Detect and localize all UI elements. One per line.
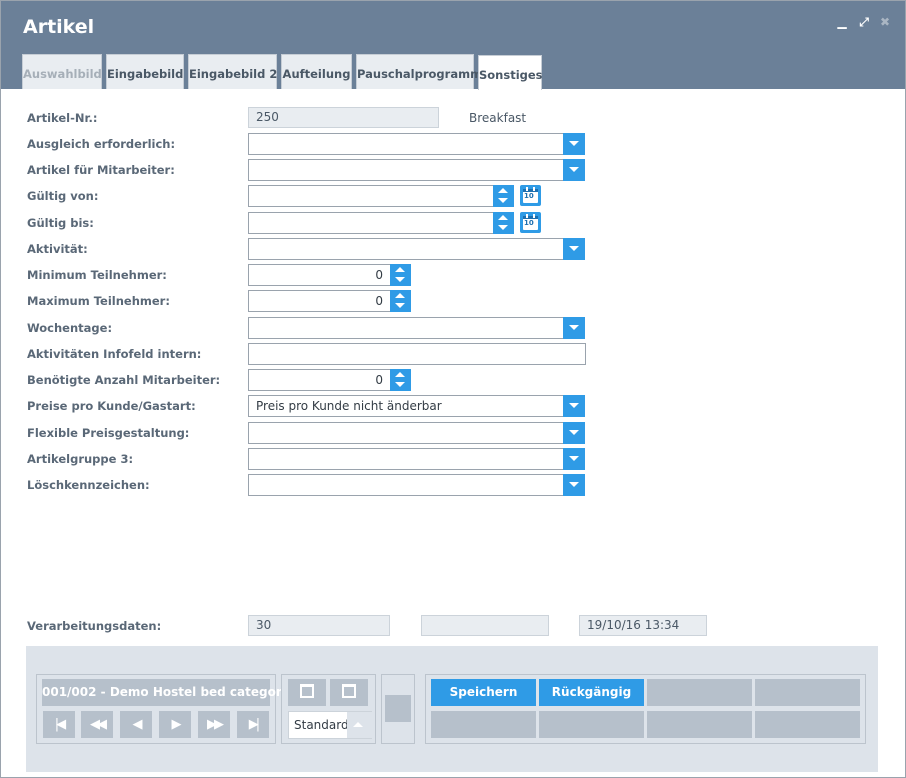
- chevron-down-icon[interactable]: [563, 238, 585, 260]
- aktivitaet-select[interactable]: [248, 238, 585, 260]
- flexible-select[interactable]: [248, 422, 585, 444]
- print-icon[interactable]: [288, 679, 326, 706]
- anzahl-mitarbeiter-stepper[interactable]: 0: [248, 369, 411, 391]
- last-icon[interactable]: ▶|: [237, 711, 269, 738]
- artikel-nr-field: 250: [248, 107, 439, 128]
- chevron-down-icon[interactable]: [563, 395, 585, 417]
- action-button-5[interactable]: [431, 711, 536, 738]
- extra-button[interactable]: [385, 695, 411, 722]
- calendar-day: 10: [524, 192, 534, 200]
- chevron-down-icon[interactable]: [563, 159, 585, 181]
- record-indicator: 001/002 - Demo Hostel bed categories: [42, 679, 301, 706]
- close-icon[interactable]: ✖: [878, 15, 892, 29]
- verarbeitung-field-1: 30: [248, 615, 390, 636]
- anzahl-mitarbeiter-value: 0: [375, 373, 383, 387]
- max-teilnehmer-label: Maximum Teilnehmer:: [27, 294, 170, 308]
- stepper-arrows[interactable]: [390, 264, 411, 286]
- tab-sonstiges[interactable]: Sonstiges: [478, 55, 543, 90]
- date-spinner[interactable]: [493, 185, 514, 207]
- infofeld-label: Aktivitäten Infofeld intern:: [27, 347, 202, 361]
- maximize-icon[interactable]: ⤢: [857, 15, 871, 29]
- action-button-6[interactable]: [539, 711, 644, 738]
- prev-icon[interactable]: ◀: [120, 711, 152, 738]
- tab-eingabebild[interactable]: Eingabebild: [106, 54, 184, 89]
- ausgleich-select[interactable]: [248, 133, 585, 155]
- chevron-down-icon[interactable]: [563, 133, 585, 155]
- fast-back-glyph: ◀◀: [90, 717, 107, 732]
- last-glyph: ▶|: [248, 717, 260, 732]
- window-title: Artikel: [23, 16, 95, 38]
- action-button-3[interactable]: [647, 679, 752, 706]
- action-button-8[interactable]: [755, 711, 860, 738]
- calendar-icon[interactable]: 10: [520, 212, 541, 233]
- gueltig-bis-input[interactable]: [248, 212, 514, 234]
- artikel-name: Breakfast: [469, 111, 527, 125]
- min-teilnehmer-label: Minimum Teilnehmer:: [27, 268, 167, 282]
- anzahl-mitarbeiter-label: Benötigte Anzahl Mitarbeiter:: [27, 373, 221, 387]
- max-teilnehmer-stepper[interactable]: 0: [248, 290, 411, 312]
- gueltig-von-label: Gültig von:: [27, 189, 99, 203]
- chevron-down-icon[interactable]: [563, 474, 585, 496]
- aktivitaet-label: Aktivität:: [27, 242, 88, 256]
- chevron-up-icon[interactable]: [353, 722, 363, 727]
- infofeld-input[interactable]: [248, 343, 586, 365]
- action-button-7[interactable]: [647, 711, 752, 738]
- calendar-icon[interactable]: 10: [520, 185, 541, 206]
- fast-back-icon[interactable]: ◀◀: [81, 711, 113, 738]
- preise-label: Preise pro Kunde/Gastart:: [27, 399, 196, 413]
- min-teilnehmer-stepper[interactable]: 0: [248, 264, 411, 286]
- date-spinner[interactable]: [493, 212, 514, 234]
- wochentage-select[interactable]: [248, 317, 585, 339]
- stepper-arrows[interactable]: [390, 369, 411, 391]
- next-glyph: ▶: [171, 717, 182, 732]
- undo-button[interactable]: Rückgängig: [539, 679, 644, 706]
- article-window: Artikel ▁ ⤢ ✖ Auswahlbild Eingabebild Ei…: [0, 0, 906, 778]
- verarbeitung-field-2: [421, 615, 549, 636]
- chevron-down-icon[interactable]: [563, 422, 585, 444]
- chevron-down-icon[interactable]: [563, 317, 585, 339]
- prev-glyph: ◀: [132, 717, 143, 732]
- preise-value: Preis pro Kunde nicht änderbar: [256, 399, 442, 413]
- layout-value: Standardli: [294, 718, 350, 732]
- ausgleich-label: Ausgleich erforderlich:: [27, 137, 176, 151]
- max-teilnehmer-value: 0: [375, 294, 383, 308]
- loeschkennzeichen-label: Löschkennzeichen:: [27, 478, 150, 492]
- preise-select[interactable]: Preis pro Kunde nicht änderbar: [248, 395, 585, 417]
- tab-pauschalprogramm[interactable]: Pauschalprogramm: [356, 54, 482, 89]
- fast-forward-icon[interactable]: ▶▶: [198, 711, 230, 738]
- fast-forward-glyph: ▶▶: [207, 717, 224, 732]
- tab-eingabebild-2[interactable]: Eingabebild 2: [188, 54, 277, 89]
- gueltig-von-input[interactable]: [248, 185, 514, 207]
- action-button-4[interactable]: [755, 679, 860, 706]
- minimize-icon[interactable]: ▁: [835, 15, 849, 29]
- min-teilnehmer-value: 0: [375, 268, 383, 282]
- first-glyph: |◀: [54, 717, 66, 732]
- artikelgruppe3-select[interactable]: [248, 448, 585, 470]
- loeschkennzeichen-select[interactable]: [248, 474, 585, 496]
- gueltig-bis-label: Gültig bis:: [27, 216, 94, 230]
- tab-auswahlbild[interactable]: Auswahlbild: [22, 54, 102, 89]
- stepper-arrows[interactable]: [390, 290, 411, 312]
- verarbeitung-field-3: 19/10/16 13:34: [579, 615, 707, 636]
- artikel-mitarbeiter-select[interactable]: [248, 159, 585, 181]
- next-icon[interactable]: ▶: [159, 711, 191, 738]
- calendar-day: 10: [524, 219, 534, 227]
- save-button[interactable]: Speichern: [431, 679, 536, 706]
- wochentage-label: Wochentage:: [27, 321, 113, 335]
- verarbeitung-label: Verarbeitungsdaten:: [27, 619, 162, 633]
- artikel-mitarbeiter-label: Artikel für Mitarbeiter:: [27, 163, 175, 177]
- layout-select[interactable]: Standardli: [288, 711, 372, 739]
- artikelgruppe3-label: Artikelgruppe 3:: [27, 452, 134, 466]
- chevron-down-icon[interactable]: [563, 448, 585, 470]
- print-preview-icon[interactable]: [330, 679, 368, 706]
- artikel-nr-label: Artikel-Nr.:: [27, 111, 98, 125]
- tab-aufteilung[interactable]: Aufteilung: [281, 54, 352, 89]
- first-icon[interactable]: |◀: [43, 711, 75, 738]
- flexible-label: Flexible Preisgestaltung:: [27, 426, 190, 440]
